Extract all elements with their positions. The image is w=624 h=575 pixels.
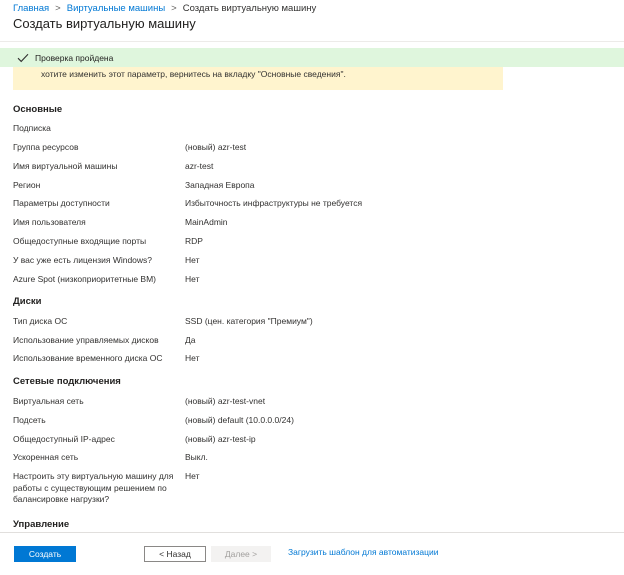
breadcrumb-separator: >: [55, 2, 61, 14]
breadcrumb-current: Создать виртуальную машину: [182, 2, 317, 14]
row-label-vm-name: Имя виртуальной машины: [13, 161, 118, 171]
row-label-region: Регион: [13, 180, 41, 190]
row-label-resource-group: Группа ресурсов: [13, 142, 79, 152]
row-label-azure-spot: Azure Spot (низкоприоритетные ВМ): [13, 274, 157, 284]
review-content[interactable]: Основные Подписка Группа ресурсов (новый…: [0, 96, 624, 530]
row-value-windows-license: Нет: [185, 255, 200, 265]
row-label-accelerated-networking: Ускоренная сеть: [13, 452, 79, 462]
validation-text: Проверка пройдена: [35, 52, 114, 63]
row-value-os-disk-type: SSD (цен. категория "Премиум"): [185, 316, 313, 326]
validation-banner: Проверка пройдена: [0, 48, 624, 67]
download-template-link[interactable]: Загрузить шаблон для автоматизации: [288, 547, 439, 557]
row-value-subnet: (новый) default (10.0.0.0/24): [185, 415, 294, 425]
breadcrumb-vms-link[interactable]: Виртуальные машины: [67, 3, 165, 14]
row-label-os-disk-type: Тип диска ОС: [13, 316, 68, 326]
row-label-managed-disks: Использование управляемых дисков: [13, 335, 159, 345]
row-value-managed-disks: Да: [185, 335, 196, 345]
row-value-vnet: (новый) azr-test-vnet: [185, 396, 266, 406]
row-label-ephemeral-disk: Использование временного диска ОС: [13, 353, 163, 363]
breadcrumb-home-link[interactable]: Главная: [13, 3, 49, 14]
row-label-public-ip: Общедоступный IP-адрес: [13, 434, 115, 444]
row-value-accelerated-networking: Выкл.: [185, 452, 208, 462]
info-text: хотите изменить этот параметр, вернитесь…: [41, 69, 346, 79]
create-button[interactable]: Создать: [14, 546, 76, 562]
next-button: Далее >: [211, 546, 271, 562]
row-label-inbound-ports: Общедоступные входящие порты: [13, 236, 147, 246]
footer-divider: [0, 532, 624, 533]
section-heading-disks: Диски: [13, 296, 42, 307]
row-label-availability: Параметры доступности: [13, 198, 110, 208]
row-value-region: Западная Европа: [185, 180, 255, 190]
row-value-availability: Избыточность инфраструктуры не требуется: [185, 198, 363, 208]
row-label-windows-license: У вас уже есть лицензия Windows?: [13, 255, 153, 265]
row-value-vm-name: azr-test: [185, 161, 214, 171]
breadcrumb-separator: >: [171, 2, 177, 14]
row-value-public-ip: (новый) azr-test-ip: [185, 434, 256, 444]
breadcrumb: Главная > Виртуальные машины > Создать в…: [13, 1, 316, 15]
row-label-subnet: Подсеть: [13, 415, 46, 425]
section-heading-management: Управление: [13, 519, 70, 530]
checkmark-icon: [16, 51, 30, 65]
row-value-ephemeral-disk: Нет: [185, 353, 200, 363]
row-label-username: Имя пользователя: [13, 217, 86, 227]
row-label-load-balancing: Настроить эту виртуальную машину для раб…: [13, 471, 174, 504]
row-value-load-balancing: Нет: [185, 471, 200, 481]
section-heading-network: Сетевые подключения: [13, 376, 121, 387]
back-button[interactable]: < Назад: [144, 546, 206, 562]
row-label-vnet: Виртуальная сеть: [13, 396, 84, 406]
section-heading-basics: Основные: [13, 104, 63, 115]
row-value-username: MainAdmin: [185, 217, 228, 227]
info-box: хотите изменить этот параметр, вернитесь…: [13, 67, 503, 90]
page-title: Создать виртуальную машину: [13, 16, 196, 31]
row-label-subscription: Подписка: [13, 123, 51, 133]
row-value-resource-group: (новый) azr-test: [185, 142, 247, 152]
title-divider: [0, 41, 624, 42]
row-value-azure-spot: Нет: [185, 274, 200, 284]
row-value-inbound-ports: RDP: [185, 236, 203, 246]
